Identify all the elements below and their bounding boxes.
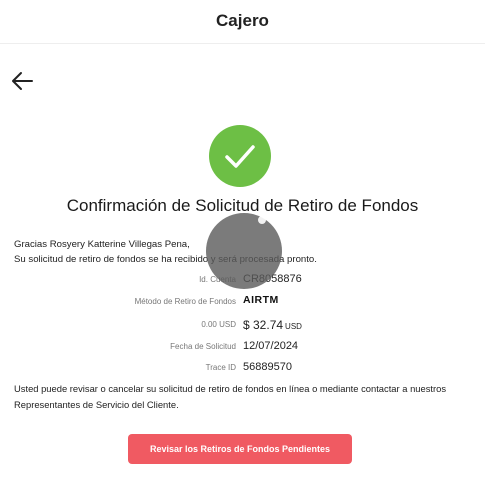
detail-row-amount: 0.00 USD $ 32.74 USD (0, 317, 485, 333)
detail-row-account: Id. Cuenta CR8058876 (0, 272, 485, 288)
header-title: Cajero (216, 11, 269, 30)
arrow-left-icon (12, 72, 33, 90)
back-button[interactable] (10, 68, 36, 94)
detail-label: 0.00 USD (201, 320, 236, 329)
greeting-message: Gracias Rosyery Katterine Villegas Pena,… (14, 237, 474, 267)
airtm-logo: AIRTM (243, 294, 279, 306)
detail-row-method: Método de Retiro de Fondos AIRTM (0, 294, 485, 310)
detail-label: Id. Cuenta (199, 275, 236, 284)
amount-number: $ 32.74 (243, 318, 284, 332)
amount-value: $ 32.74 USD (243, 318, 302, 332)
detail-value: CR8058876 (243, 273, 302, 285)
detail-value: 56889570 (243, 361, 292, 373)
success-badge (209, 125, 271, 187)
detail-row-date: Fecha de Solicitud 12/07/2024 (0, 339, 485, 355)
page-title: Confirmación de Solicitud de Retiro de F… (66, 196, 419, 215)
detail-row-trace: Trace ID 56889570 (0, 360, 485, 376)
detail-label: Fecha de Solicitud (170, 342, 236, 351)
notice-text: Usted puede revisar o cancelar su solici… (14, 383, 447, 410)
detail-label: Trace ID (205, 363, 236, 372)
greeting-line-status: Su solicitud de retiro de fondos se ha r… (14, 254, 317, 265)
amount-currency: USD (285, 322, 302, 331)
greeting-line-name: Gracias Rosyery Katterine Villegas Pena, (14, 239, 190, 250)
header: Cajero (0, 0, 485, 44)
review-pending-withdrawals-button[interactable]: Revisar los Retiros de Fondos Pendientes (128, 434, 352, 464)
detail-value: 12/07/2024 (243, 340, 299, 352)
detail-label: Método de Retiro de Fondos (134, 297, 236, 306)
checkmark-icon (225, 145, 255, 168)
touch-dot (258, 216, 266, 224)
